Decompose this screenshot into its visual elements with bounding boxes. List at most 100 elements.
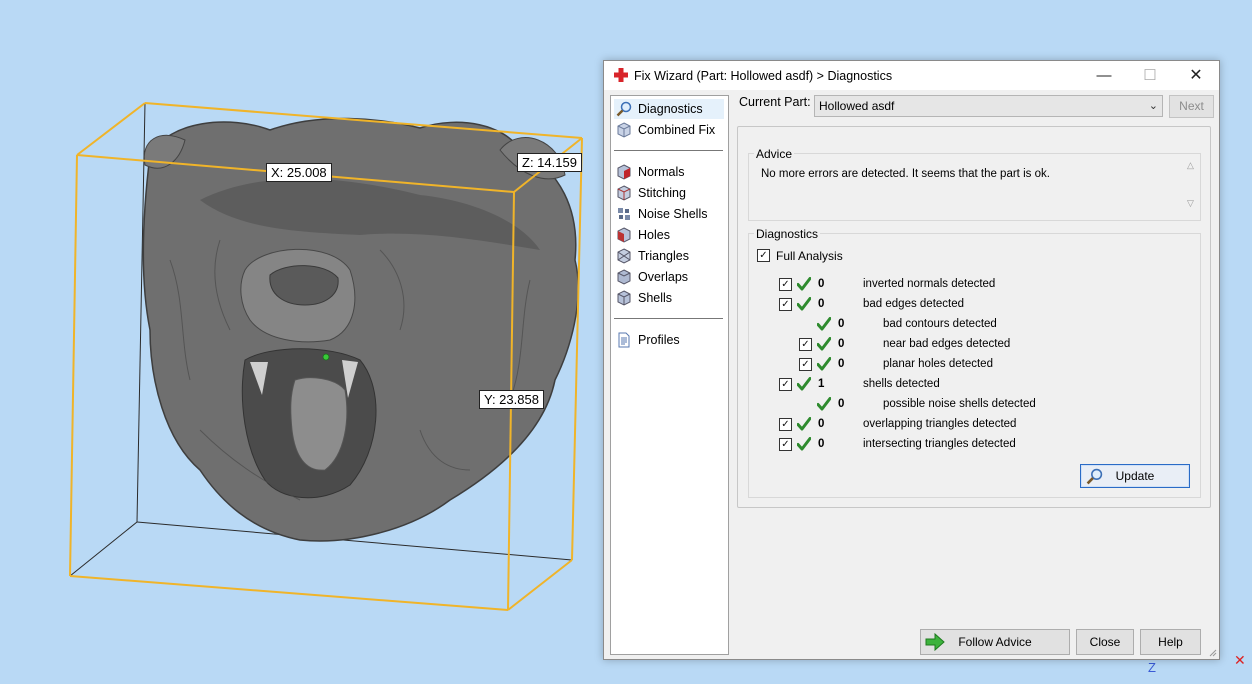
triangles-cube-icon (617, 248, 631, 264)
diagnostic-count: 0 (838, 358, 845, 370)
nav-item-combined-fix[interactable]: Combined Fix (614, 120, 724, 140)
cube-icon (617, 122, 631, 138)
nav-item-holes[interactable]: Holes (614, 225, 724, 245)
nav-item-noise-shells[interactable]: Noise Shells (614, 204, 724, 224)
update-label: Update (1115, 469, 1155, 483)
holes-cube-icon (617, 227, 631, 243)
green-check-icon (816, 397, 832, 411)
diagnostic-count: 1 (818, 378, 825, 390)
diagnostic-text: intersecting triangles detected (863, 438, 1016, 450)
diagnostic-checkbox[interactable]: ✓ (779, 278, 792, 291)
nav-item-label: Stitching (638, 186, 686, 200)
axis-x-marker-icon: ✕ (1234, 652, 1246, 668)
chevron-down-icon: ⌄ (1148, 100, 1158, 112)
diagnostic-text: overlapping triangles detected (863, 418, 1017, 430)
shells-cube-icon (617, 290, 631, 306)
stitching-cube-icon (617, 185, 631, 201)
diagnostic-count: 0 (838, 338, 845, 350)
diagnostic-text: bad contours detected (883, 318, 997, 330)
update-button[interactable]: Update (1080, 464, 1190, 488)
nav-item-overlaps[interactable]: Overlaps (614, 267, 724, 287)
diagnostic-checkbox[interactable]: ✓ (779, 418, 792, 431)
diagnostic-count: 0 (818, 298, 825, 310)
diagnostic-count: 0 (818, 438, 825, 450)
current-part-label: Current Part: (739, 95, 811, 109)
document-icon (618, 332, 630, 348)
green-check-icon (796, 277, 812, 291)
diagnostic-count: 0 (818, 278, 825, 290)
follow-advice-button[interactable]: Follow Advice (920, 629, 1070, 655)
overlaps-cube-icon (617, 269, 631, 285)
help-button[interactable]: Help (1140, 629, 1201, 655)
green-check-icon (816, 357, 832, 371)
advice-scrollbar[interactable]: △ ▽ (1183, 154, 1200, 220)
dialog-titlebar[interactable]: Fix Wizard (Part: Hollowed asdf) > Diagn… (604, 61, 1219, 90)
scroll-up-icon[interactable]: △ (1187, 160, 1194, 171)
checkbox[interactable]: ✓ (757, 249, 770, 262)
diagnostic-count: 0 (818, 418, 825, 430)
green-check-icon (816, 317, 832, 331)
green-check-icon (796, 417, 812, 431)
diagnostic-checkbox[interactable]: ✓ (779, 298, 792, 311)
noise-shells-icon (618, 208, 630, 220)
next-button[interactable]: Next (1169, 95, 1214, 118)
scroll-down-icon[interactable]: ▽ (1187, 198, 1194, 209)
nav-item-label: Profiles (638, 333, 680, 347)
diagnostic-text: bad edges detected (863, 298, 965, 310)
diagnostic-count: 0 (838, 318, 845, 330)
green-check-icon (796, 297, 812, 311)
fix-wizard-dialog: Fix Wizard (Part: Hollowed asdf) > Diagn… (603, 60, 1220, 660)
nav-item-shells[interactable]: Shells (614, 288, 724, 308)
dimension-z-label: Z: 14.159 (517, 153, 582, 172)
nav-separator (614, 150, 723, 151)
nav-item-triangles[interactable]: Triangles (614, 246, 724, 266)
minimize-button[interactable]: — (1081, 61, 1127, 90)
arrow-right-icon (925, 633, 945, 651)
dialog-title: Fix Wizard (Part: Hollowed asdf) > Diagn… (634, 69, 893, 83)
advice-text: No more errors are detected. It seems th… (761, 168, 1050, 180)
nav-item-label: Diagnostics (638, 102, 703, 116)
nav-item-diagnostics[interactable]: Diagnostics (614, 99, 724, 119)
diagnostics-panel: No more errors are detected. It seems th… (737, 126, 1211, 508)
diagnostic-checkbox[interactable]: ✓ (799, 358, 812, 371)
maximize-button[interactable]: ☐ (1127, 61, 1173, 90)
nav-item-label: Overlaps (638, 270, 689, 284)
dimension-x-label: X: 25.008 (266, 163, 332, 182)
diagnostic-text: near bad edges detected (883, 338, 1011, 350)
current-part-value: Hollowed asdf (819, 99, 895, 113)
nav-item-stitching[interactable]: Stitching (614, 183, 724, 203)
green-check-icon (816, 337, 832, 351)
advice-groupbox: No more errors are detected. It seems th… (748, 153, 1201, 221)
current-part-select[interactable]: Hollowed asdf ⌄ (814, 95, 1163, 117)
nav-item-label: Shells (638, 291, 673, 305)
normals-cube-icon (617, 164, 631, 180)
diagnostic-checkbox[interactable]: ✓ (779, 438, 792, 451)
close-button[interactable]: Close (1076, 629, 1134, 655)
diagnostic-text: shells detected (863, 378, 940, 390)
wizard-nav: Diagnostics Combined Fix Normals Stitchi… (610, 95, 729, 655)
diagnostics-title: Diagnostics (754, 227, 821, 241)
diagnostic-text: planar holes detected (883, 358, 993, 370)
diagnostic-count: 0 (838, 398, 845, 410)
nav-item-label: Noise Shells (638, 207, 708, 221)
advice-title: Advice (754, 147, 795, 161)
diagnostics-groupbox: ✓ Full Analysis ✓ 0 inverted normals detec… (748, 233, 1201, 498)
axis-z-indicator: Z (1148, 660, 1156, 675)
full-analysis-label: Full Analysis (776, 249, 843, 263)
diagnostic-checkbox[interactable]: ✓ (779, 378, 792, 391)
nav-item-profiles[interactable]: Profiles (614, 330, 724, 350)
green-check-icon (796, 437, 812, 451)
nav-item-label: Normals (638, 165, 685, 179)
nav-item-label: Holes (638, 228, 670, 242)
red-cross-icon (614, 68, 628, 82)
follow-advice-label: Follow Advice (958, 635, 1032, 649)
diagnostic-text: possible noise shells detected (883, 398, 1036, 410)
diagnostic-checkbox[interactable]: ✓ (799, 338, 812, 351)
resize-grip-icon[interactable] (1207, 647, 1217, 657)
nav-item-label: Triangles (638, 249, 689, 263)
nav-item-normals[interactable]: Normals (614, 162, 724, 182)
green-check-icon (796, 377, 812, 391)
close-window-button[interactable]: ✕ (1173, 61, 1219, 90)
nav-separator (614, 318, 723, 319)
dimension-y-label: Y: 23.858 (479, 390, 544, 409)
